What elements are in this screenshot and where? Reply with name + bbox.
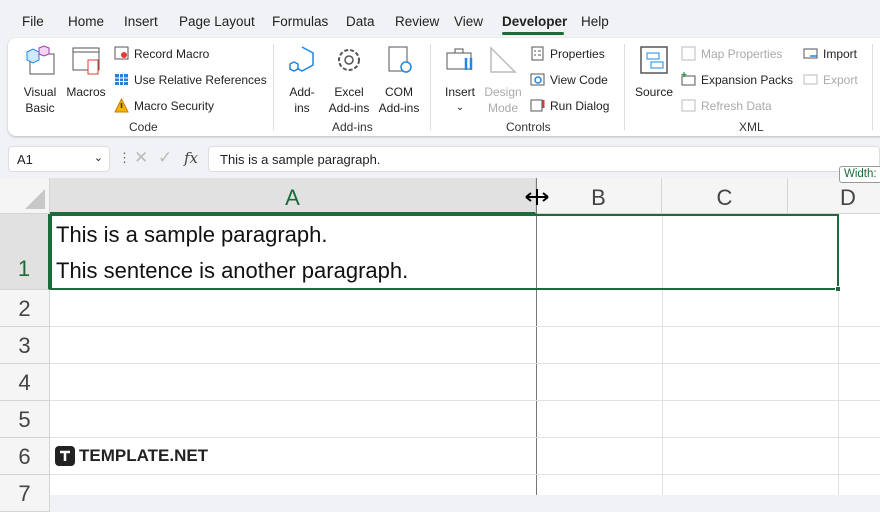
name-box[interactable]: A1 ⌄ xyxy=(8,146,110,172)
macro-security-button[interactable]: Macro Security xyxy=(114,98,214,113)
record-macro-icon xyxy=(114,46,129,60)
divider xyxy=(872,44,873,130)
row-header-4[interactable]: 4 xyxy=(0,364,50,401)
enter-check-icon[interactable]: ✓ xyxy=(158,148,172,168)
source-icon xyxy=(640,46,668,74)
com-add-ins-icon xyxy=(388,46,412,73)
gridline xyxy=(50,437,880,438)
macros-icon xyxy=(72,47,100,75)
divider xyxy=(624,44,625,130)
gridline xyxy=(50,474,880,475)
formula-input[interactable]: This is a sample paragraph. xyxy=(208,146,880,172)
refresh-data-button[interactable]: Refresh Data xyxy=(681,98,772,113)
add-ins-button[interactable]: Add-ins xyxy=(284,44,320,116)
tab-review[interactable]: Review xyxy=(395,14,439,29)
run-dialog-button[interactable]: Run Dialog xyxy=(530,98,609,113)
warning-icon xyxy=(114,98,129,113)
record-macro-button[interactable]: Record Macro xyxy=(114,46,209,61)
tab-data[interactable]: Data xyxy=(346,14,375,29)
gridline xyxy=(50,400,880,401)
group-label-xml: XML xyxy=(739,120,764,134)
tab-home[interactable]: Home xyxy=(68,14,104,29)
gear-icon xyxy=(338,49,360,71)
add-ins-icon xyxy=(289,46,314,72)
group-label-add-ins: Add-ins xyxy=(332,120,373,134)
properties-button[interactable]: Properties xyxy=(530,46,605,61)
tab-developer[interactable]: Developer xyxy=(502,14,567,29)
cell-a1-line-2: This sentence is another paragraph. xyxy=(56,258,409,283)
macros-button[interactable]: Macros xyxy=(64,44,108,100)
import-button[interactable]: Import xyxy=(803,46,857,61)
row-header-7[interactable]: 7 xyxy=(0,475,50,512)
run-dialog-icon xyxy=(530,99,545,112)
select-all-triangle-icon xyxy=(25,189,45,209)
ribbon: Visual Basic Macros Record Macro Use Rel… xyxy=(8,38,880,136)
gridline xyxy=(50,326,880,327)
visual-basic-icon xyxy=(26,45,55,75)
tab-formulas[interactable]: Formulas xyxy=(272,14,328,29)
watermark: TEMPLATE.NET xyxy=(55,446,208,466)
select-all-button[interactable] xyxy=(0,178,50,214)
source-button[interactable]: Source xyxy=(634,44,674,100)
divider xyxy=(273,44,274,130)
insert-function-button[interactable]: fx xyxy=(184,149,198,167)
chevron-down-icon: ⌄ xyxy=(455,102,465,113)
tab-view[interactable]: View xyxy=(454,14,483,29)
tab-page-layout[interactable]: Page Layout xyxy=(179,14,255,29)
row-header-5[interactable]: 5 xyxy=(0,401,50,438)
design-mode-button[interactable]: Design Mode xyxy=(482,44,524,116)
resize-cursor-icon xyxy=(525,189,549,205)
map-properties-icon xyxy=(681,46,696,61)
export-icon xyxy=(803,74,818,85)
use-relative-references-button[interactable]: Use Relative References xyxy=(114,72,267,87)
cancel-icon[interactable]: ✕ xyxy=(134,148,148,168)
template-logo-icon xyxy=(55,446,75,466)
gridline xyxy=(50,363,880,364)
view-code-button[interactable]: View Code xyxy=(530,72,608,87)
tab-insert[interactable]: Insert xyxy=(124,14,158,29)
insert-control-button[interactable]: Insert ⌄ xyxy=(440,44,480,116)
column-header-b[interactable]: B xyxy=(536,178,662,214)
refresh-data-icon xyxy=(681,99,696,112)
row-header-6[interactable]: 6 xyxy=(0,438,50,475)
more-options-icon[interactable]: ⋮ xyxy=(118,150,131,166)
divider xyxy=(430,44,431,130)
tab-help[interactable]: Help xyxy=(581,14,609,29)
active-tab-underline xyxy=(502,32,564,35)
formula-bar: A1 ⌄ ⋮ ✕ ✓ fx This is a sample paragraph. xyxy=(8,146,880,172)
expansion-packs-button[interactable]: Expansion Packs xyxy=(681,72,793,87)
column-header-c[interactable]: C xyxy=(662,178,788,214)
row-header-3[interactable]: 3 xyxy=(0,327,50,364)
com-add-ins-button[interactable]: COM Add-ins xyxy=(376,44,422,116)
visual-basic-button[interactable]: Visual Basic xyxy=(18,44,62,116)
table-grid-icon xyxy=(115,74,128,85)
spreadsheet-grid: A B C D 1 2 3 4 5 6 7 This is a sample p… xyxy=(0,178,880,512)
column-header-a[interactable]: A xyxy=(50,178,536,214)
cell-a1-line-1: This is a sample paragraph. xyxy=(56,222,328,247)
tab-file[interactable]: File xyxy=(22,14,44,29)
import-icon xyxy=(803,48,818,59)
design-mode-icon xyxy=(490,46,517,73)
expansion-packs-icon xyxy=(681,72,696,86)
row-header-1[interactable]: 1 xyxy=(0,214,50,290)
row-header-2[interactable]: 2 xyxy=(0,290,50,327)
export-button[interactable]: Export xyxy=(803,72,858,87)
excel-add-ins-button[interactable]: Excel Add-ins xyxy=(326,44,372,116)
chevron-down-icon[interactable]: ⌄ xyxy=(94,151,103,164)
view-code-icon xyxy=(530,73,545,86)
fill-handle[interactable] xyxy=(835,286,841,292)
toolbox-icon xyxy=(446,48,473,70)
column-header-d[interactable]: D xyxy=(788,178,880,214)
group-label-code: Code xyxy=(129,120,158,134)
map-properties-button[interactable]: Map Properties xyxy=(681,46,782,61)
width-tooltip: Width: xyxy=(839,166,880,183)
group-label-controls: Controls xyxy=(506,120,551,134)
properties-icon xyxy=(531,46,544,61)
